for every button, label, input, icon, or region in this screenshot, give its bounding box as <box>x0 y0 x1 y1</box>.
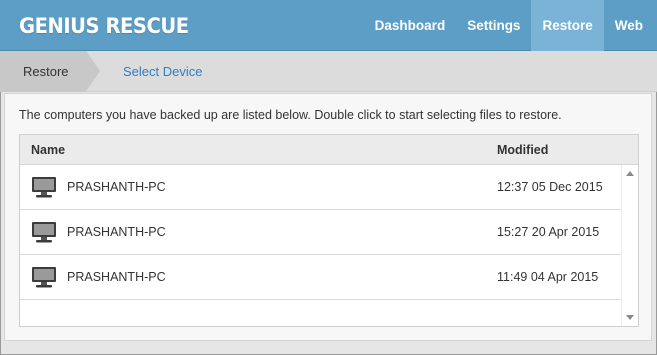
table-scrollbar[interactable] <box>621 165 638 326</box>
table-row[interactable]: PRASHANTH-PC 11:49 04 Apr 2015 <box>20 255 621 300</box>
computer-icon <box>32 222 56 243</box>
device-modified: 15:27 20 Apr 2015 <box>497 225 600 239</box>
nav-dashboard[interactable]: Dashboard <box>364 0 457 51</box>
table-header: Name Modified <box>20 135 638 165</box>
device-table: Name Modified PRASHANTH-PC 12:37 05 Dec … <box>19 134 639 327</box>
computer-icon <box>32 177 56 198</box>
column-header-modified[interactable]: Modified <box>497 135 548 165</box>
scroll-down-icon[interactable] <box>626 315 634 320</box>
breadcrumb-arrow <box>86 51 100 91</box>
device-name: PRASHANTH-PC <box>67 225 166 239</box>
main-nav: Dashboard Settings Restore Web <box>364 0 657 51</box>
computer-icon <box>32 267 56 288</box>
table-row[interactable]: PRASHANTH-PC 12:37 05 Dec 2015 <box>20 165 621 210</box>
column-header-name[interactable]: Name <box>31 135 65 165</box>
device-modified: 12:37 05 Dec 2015 <box>497 180 603 194</box>
table-row[interactable]: PRASHANTH-PC 15:27 20 Apr 2015 <box>20 210 621 255</box>
app-header: GENIUS RESCUE Dashboard Settings Restore… <box>0 0 657 51</box>
table-rows: PRASHANTH-PC 12:37 05 Dec 2015 PRASHANTH… <box>20 165 621 300</box>
nav-settings[interactable]: Settings <box>456 0 531 51</box>
device-name: PRASHANTH-PC <box>67 180 166 194</box>
device-modified: 11:49 04 Apr 2015 <box>497 270 599 284</box>
nav-restore[interactable]: Restore <box>531 0 604 51</box>
breadcrumb-current: Restore <box>0 51 86 92</box>
nav-web[interactable]: Web <box>604 0 657 51</box>
device-name: PRASHANTH-PC <box>67 270 166 284</box>
scroll-up-icon[interactable] <box>626 171 634 176</box>
breadcrumb: Restore Select Device <box>0 51 657 92</box>
app-logo: GENIUS RESCUE <box>19 14 189 38</box>
intro-text: The computers you have backed up are lis… <box>19 108 562 122</box>
restore-panel: The computers you have backed up are lis… <box>4 93 652 341</box>
breadcrumb-select-device[interactable]: Select Device <box>123 51 202 92</box>
